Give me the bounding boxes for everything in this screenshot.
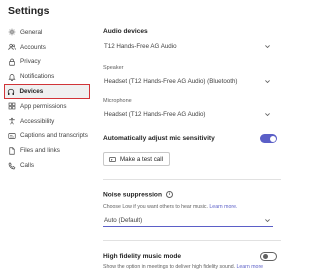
sidebar-item-privacy[interactable]: Privacy [4,55,90,70]
phone-icon [7,161,16,170]
noise-suppression-value: Auto (Default) [104,216,143,224]
sidebar-item-label: App permissions [20,102,67,110]
settings-sidebar: General Accounts Privacy Notifications D… [4,25,90,173]
sidebar-item-general[interactable]: General [4,25,90,40]
sidebar-item-label: Accounts [20,43,46,51]
headset-icon [7,87,16,96]
sidebar-item-label: Notifications [20,73,55,81]
audio-device-value: T12 Hands-Free AG Audio [104,43,177,50]
make-test-call-button[interactable]: Make a test call [103,152,170,166]
noise-suppression-select[interactable]: Auto (Default) [103,214,273,227]
microphone-label: Microphone [103,98,132,104]
grid-icon [7,102,16,111]
chevron-down-icon [265,113,270,117]
audio-devices-heading: Audio devices [103,28,148,35]
gear-icon [7,28,16,37]
noise-learn-more-link[interactable]: Learn more. [209,204,237,210]
sidebar-item-accounts[interactable]: Accounts [4,40,90,55]
speaker-label: Speaker [103,65,124,71]
accounts-icon [7,43,16,52]
toggle-knob [269,135,276,142]
hifi-mode-toggle[interactable] [260,252,277,261]
noise-helper: Choose Low if you want others to hear mu… [103,204,208,210]
noise-helper-text: Choose Low if you want others to hear mu… [103,204,237,210]
sidebar-item-label: General [20,28,43,36]
sidebar-item-devices[interactable]: Devices [4,84,90,99]
info-icon[interactable]: i [166,191,173,198]
sidebar-item-captions[interactable]: Captions and transcripts [4,129,90,144]
bell-icon [7,72,16,81]
sidebar-item-notifications[interactable]: Notifications [4,69,90,84]
audio-device-select[interactable]: T12 Hands-Free AG Audio [103,40,273,53]
lock-icon [7,57,16,66]
section-divider [103,179,281,180]
sidebar-item-label: Calls [20,162,34,170]
sidebar-item-accessibility[interactable]: Accessibility [4,114,90,129]
test-call-label: Make a test call [120,155,163,163]
sidebar-item-label: Privacy [20,58,41,66]
test-call-icon [109,156,116,162]
auto-adjust-label: Automatically adjust mic sensitivity [103,135,215,142]
noise-suppression-label: Noise suppression [103,191,162,199]
sidebar-item-calls[interactable]: Calls [4,158,90,173]
document-icon [7,146,16,155]
chevron-down-icon [265,80,270,84]
sidebar-item-files-links[interactable]: Files and links [4,143,90,158]
toggle-knob [262,254,268,259]
hifi-mode-label: High fidelity music mode [103,253,182,260]
auto-adjust-toggle[interactable] [260,134,277,143]
sidebar-item-app-permissions[interactable]: App permissions [4,99,90,114]
hifi-helper: Show the option in meetings to deliver h… [103,264,236,270]
chevron-down-icon [265,218,270,222]
settings-window: Settings General Accounts Privacy Notifi… [0,0,300,278]
chevron-down-icon [265,45,270,49]
microphone-value: Headset (T12 Hands-Free AG Audio) [104,111,206,118]
sidebar-item-label: Accessibility [20,117,55,125]
accessibility-icon [7,117,16,126]
sidebar-item-label: Captions and transcripts [20,132,88,140]
hifi-helper-text: Show the option in meetings to deliver h… [103,264,263,270]
page-title: Settings [8,5,50,17]
captions-icon [7,131,16,140]
hifi-learn-more-link[interactable]: Learn more [237,264,264,270]
noise-suppression-heading: Noise suppression i [103,191,173,198]
speaker-value: Headset (T12 Hands-Free AG Audio) (Bluet… [104,78,238,85]
microphone-select[interactable]: Headset (T12 Hands-Free AG Audio) [103,108,273,121]
section-divider [103,240,281,241]
speaker-select[interactable]: Headset (T12 Hands-Free AG Audio) (Bluet… [103,75,273,88]
sidebar-item-label: Files and links [20,147,60,155]
sidebar-item-label: Devices [19,88,44,96]
